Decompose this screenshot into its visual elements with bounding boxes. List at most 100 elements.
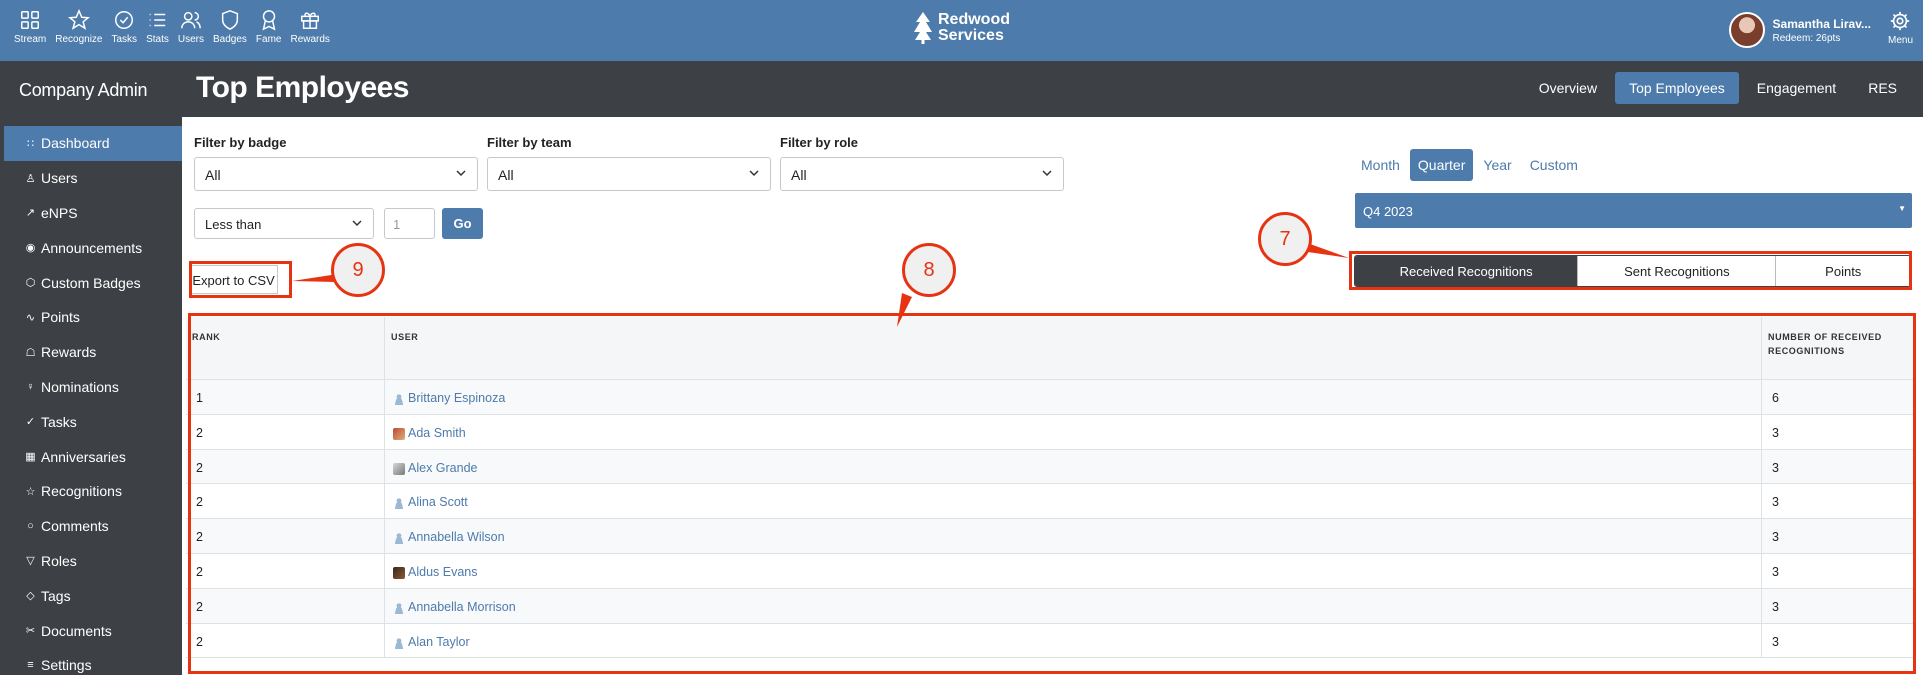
- nav-item-badges[interactable]: Badges: [213, 9, 247, 45]
- top-navigation-bar: Stream Recognize Tasks Stats Users Badges Fame…: [0, 0, 1923, 61]
- compare-operator-value: Less than: [205, 217, 262, 232]
- annotation-callout-9: 9: [331, 243, 385, 297]
- award-icon: [262, 10, 276, 31]
- filter-badge-select[interactable]: All: [194, 157, 478, 191]
- page-tabs: Overview Top Employees Engagement RES: [1525, 72, 1911, 104]
- star-icon: [67, 9, 90, 30]
- sidebar-item-label: Points: [41, 309, 80, 326]
- sidebar-item-label: Tags: [41, 587, 71, 604]
- user-name: Samantha Lirav...: [1772, 16, 1871, 31]
- user-redeem-points: Redeem: 26pts: [1772, 32, 1841, 44]
- menu-button[interactable]: Menu: [1888, 10, 1913, 46]
- top-nav-items: Stream Recognize Tasks Stats Users Badges Fame…: [14, 9, 339, 45]
- nav-item-label: Badges: [212, 34, 247, 45]
- brand-logo[interactable]: Redwood Services: [914, 12, 1010, 44]
- trend-icon: ↗: [25, 207, 36, 220]
- filter-icon: ▽: [26, 555, 35, 568]
- avatar: [1728, 12, 1765, 48]
- sidebar-item-anniversaries[interactable]: ▦ Anniversaries: [0, 439, 182, 474]
- sidebar-item-label: Settings: [41, 657, 92, 674]
- filter-badge-label: Filter by badge: [194, 135, 287, 150]
- page-title: Top Employees: [196, 71, 410, 104]
- period-selector: Month Quarter Year Custom: [1353, 149, 1586, 181]
- sidebar-item-enps[interactable]: ↗ eNPS: [0, 196, 182, 231]
- nav-item-label: Stats: [146, 34, 169, 45]
- sidebar-item-label: Users: [41, 170, 78, 187]
- shield-icon: [221, 10, 239, 30]
- annotation-callout-8: 8: [902, 243, 956, 297]
- sidebar-item-settings[interactable]: ≡ Settings: [0, 648, 182, 675]
- filter-role-label: Filter by role: [780, 135, 859, 150]
- sidebar-item-label: Announcements: [41, 239, 143, 256]
- annotation-box-7: [1349, 251, 1912, 290]
- nav-item-label: Recognize: [55, 34, 103, 45]
- filter-role-value: All: [791, 167, 807, 183]
- sidebar-item-tags[interactable]: ◇ Tags: [0, 578, 182, 613]
- nav-item-label: Tasks: [111, 34, 138, 45]
- annotation-box-8: [188, 313, 1916, 674]
- sidebar-item-tasks[interactable]: ✓ Tasks: [0, 404, 182, 439]
- period-quarter-button[interactable]: Quarter: [1409, 149, 1474, 181]
- users-icon: [181, 11, 201, 29]
- go-button[interactable]: Go: [442, 208, 483, 239]
- annotation-callout-7: 7: [1258, 212, 1312, 266]
- nav-item-stream[interactable]: Stream: [14, 9, 46, 45]
- gear-icon: [1891, 11, 1910, 31]
- chevron-down-icon: [749, 170, 759, 177]
- threshold-number-input[interactable]: 1: [384, 208, 435, 239]
- sidebar-item-label: Dashboard: [41, 135, 110, 152]
- sidebar-item-comments[interactable]: ○ Comments: [0, 509, 182, 544]
- tab-res[interactable]: RES: [1854, 72, 1911, 104]
- brand-name-line2: Services: [938, 27, 1004, 44]
- sidebar-item-documents[interactable]: ✂ Documents: [0, 613, 182, 648]
- sidebar-item-rewards[interactable]: ☖ Rewards: [0, 335, 182, 370]
- sliders-icon: ≡: [27, 659, 34, 672]
- sidebar-item-points[interactable]: ∿ Points: [0, 300, 182, 335]
- sidebar-item-announcements[interactable]: ◉ Announcements: [0, 230, 182, 265]
- quarter-select[interactable]: Q4 2023 ▼: [1355, 193, 1912, 228]
- period-custom-button[interactable]: Custom: [1522, 149, 1586, 181]
- sidebar-item-users[interactable]: ♙ Users: [0, 161, 182, 196]
- brand-name-line1: Redwood: [938, 11, 1010, 28]
- sidebar-item-custom-badges[interactable]: ⬡ Custom Badges: [0, 265, 182, 300]
- gift-icon: [301, 12, 320, 29]
- nav-item-label: Users: [177, 34, 204, 45]
- activity-icon: ∿: [25, 311, 36, 324]
- filter-role-select[interactable]: All: [780, 157, 1064, 191]
- period-month-button[interactable]: Month: [1353, 149, 1408, 181]
- filter-team-select[interactable]: All: [487, 157, 771, 191]
- list-icon: [150, 13, 166, 27]
- nav-item-label: Fame: [255, 34, 282, 45]
- bar-chart-icon: ∷: [27, 137, 34, 150]
- tab-engagement[interactable]: Engagement: [1743, 72, 1850, 104]
- tag-icon: ◇: [26, 590, 35, 603]
- sidebar-item-label: Rewards: [41, 344, 97, 361]
- sidebar-item-roles[interactable]: ▽ Roles: [0, 544, 182, 579]
- nav-item-stats[interactable]: Stats: [146, 9, 169, 45]
- gift-icon: ☖: [25, 346, 36, 359]
- tab-overview[interactable]: Overview: [1525, 72, 1611, 104]
- nav-item-users[interactable]: Users: [178, 9, 204, 45]
- calendar-icon: ▦: [25, 451, 36, 464]
- menu-label: Menu: [1887, 35, 1913, 46]
- sidebar-item-nominations[interactable]: ♀ Nominations: [0, 370, 182, 405]
- sidebar-item-label: Tasks: [41, 413, 77, 430]
- filter-badge-value: All: [205, 167, 221, 183]
- nav-item-recognize[interactable]: Recognize: [55, 9, 103, 45]
- nav-item-tasks[interactable]: Tasks: [111, 9, 138, 45]
- compare-operator-select[interactable]: Less than: [194, 208, 374, 239]
- chevron-down-icon: [1042, 170, 1052, 177]
- sidebar-item-dashboard[interactable]: ∷ Dashboard: [4, 126, 182, 161]
- user-profile[interactable]: Samantha Lirav... Redeem: 26pts: [1728, 12, 1871, 48]
- sidebar: Company Admin ∷ Dashboard ♙ Users ↗ eNPS ◉ Anno…: [0, 61, 182, 675]
- sidebar-item-recognitions[interactable]: ☆ Recognitions: [0, 474, 182, 509]
- paperclip-icon: ✂: [25, 625, 36, 638]
- nav-item-fame[interactable]: Fame: [255, 9, 282, 45]
- period-year-button[interactable]: Year: [1475, 149, 1519, 181]
- nav-item-rewards[interactable]: Rewards: [290, 9, 330, 45]
- tab-top-employees[interactable]: Top Employees: [1615, 72, 1739, 104]
- filter-team-label: Filter by team: [487, 135, 572, 150]
- sidebar-item-label: Anniversaries: [41, 448, 126, 465]
- sidebar-item-label: Documents: [41, 622, 112, 639]
- sidebar-item-label: eNPS: [41, 204, 78, 221]
